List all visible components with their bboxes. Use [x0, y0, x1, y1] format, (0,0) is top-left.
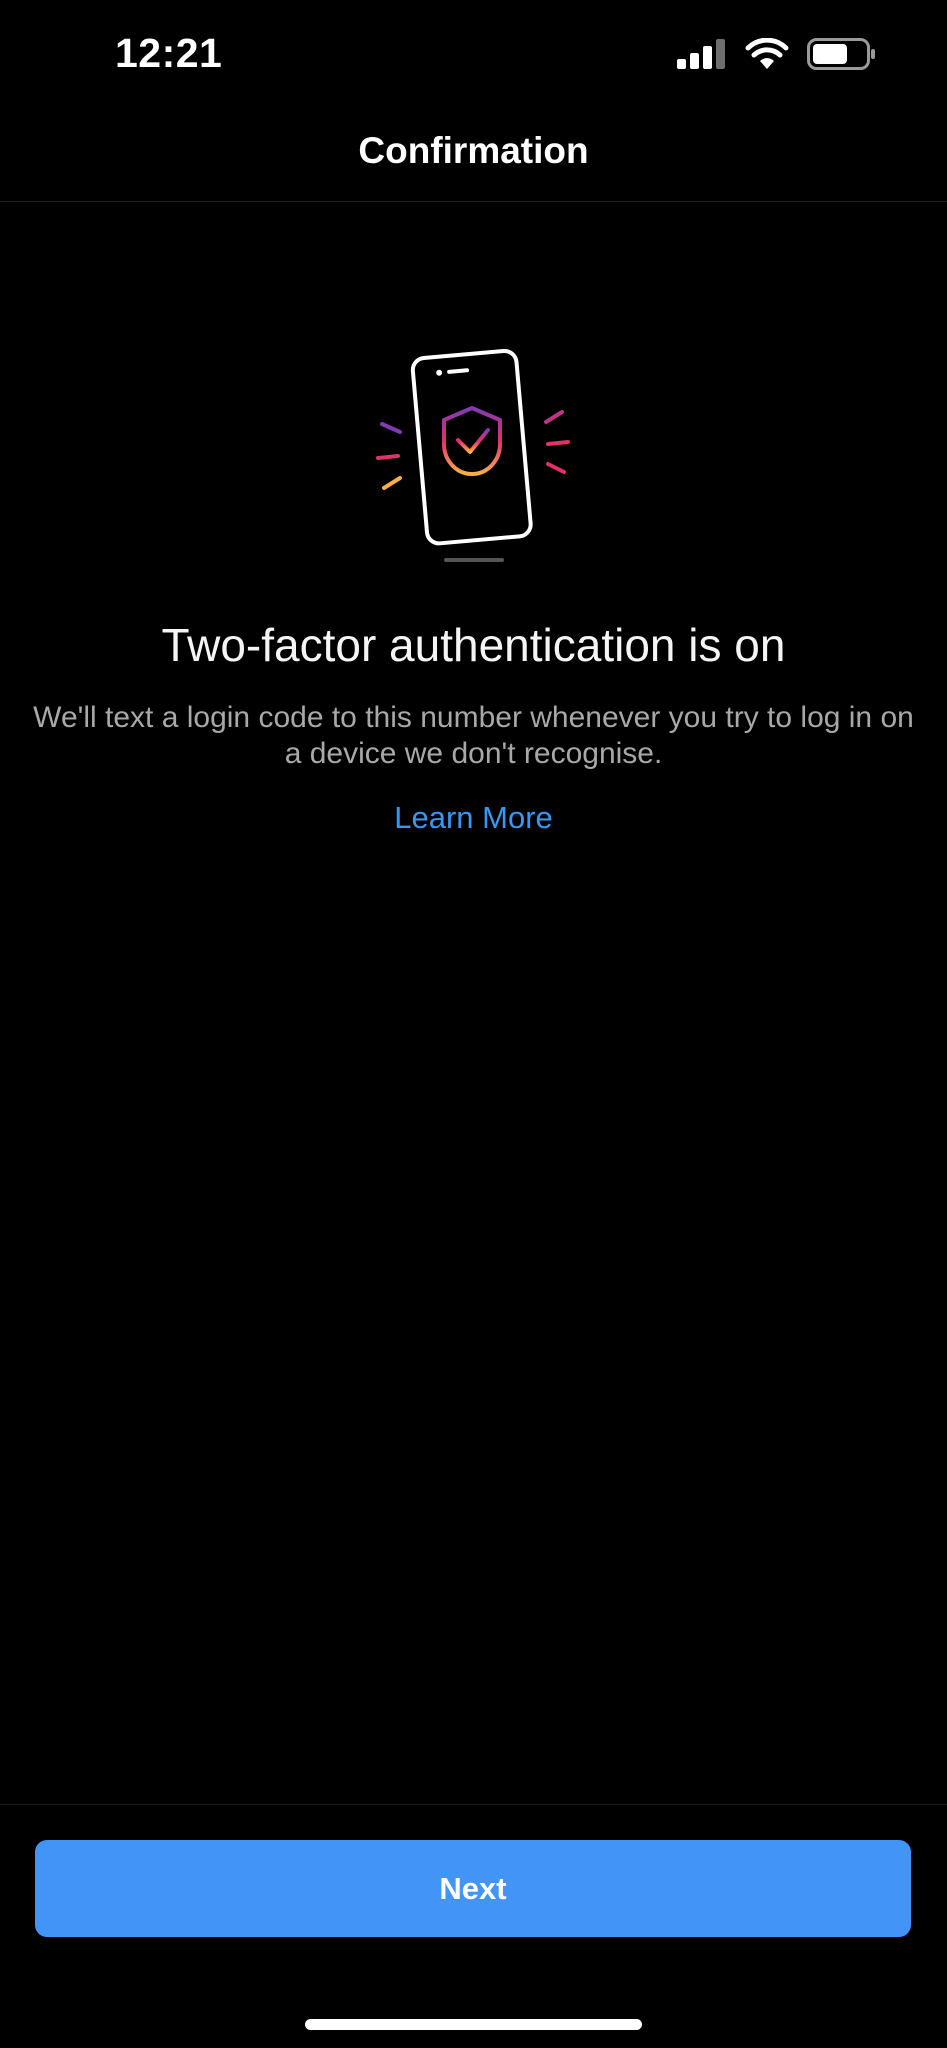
- status-time: 12:21: [115, 30, 223, 76]
- next-button[interactable]: Next: [35, 1840, 911, 1937]
- nav-bar: Confirmation: [0, 110, 947, 202]
- learn-more-link[interactable]: Learn More: [0, 800, 947, 836]
- page-title: Confirmation: [358, 130, 589, 171]
- description-text: We'll text a login code to this number w…: [33, 701, 914, 770]
- phone-shield-check-icon: [0, 340, 947, 580]
- headline: Two-factor authentication is on: [161, 619, 786, 671]
- wifi-icon: [745, 37, 789, 75]
- footer-divider: [0, 1804, 947, 1805]
- status-bar: 12:21: [0, 0, 947, 110]
- battery-icon: [807, 38, 877, 75]
- hero-illustration: [0, 340, 947, 580]
- signal-icon: [677, 39, 727, 74]
- home-indicator: [305, 2019, 642, 2030]
- status-icons: [677, 37, 877, 75]
